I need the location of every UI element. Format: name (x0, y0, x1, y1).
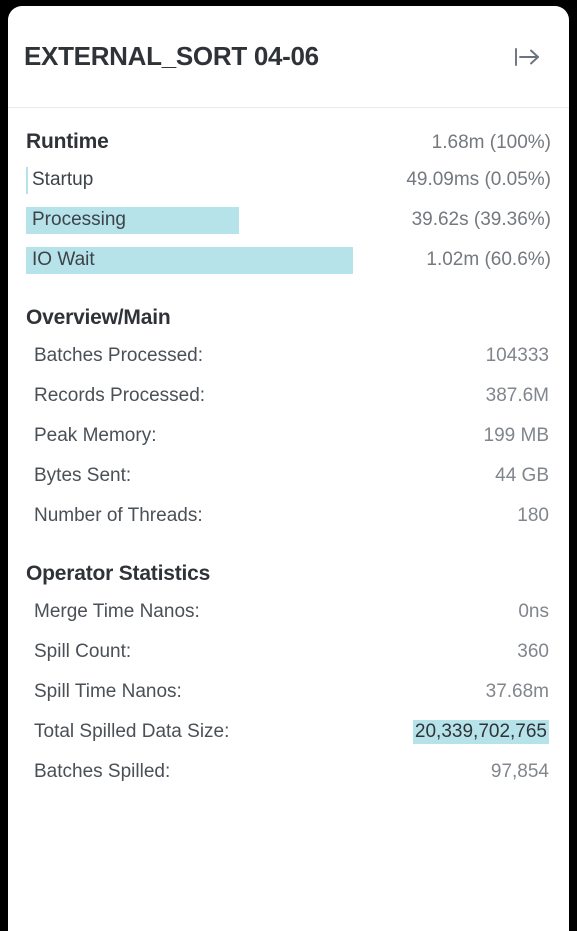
stat-label: Batches Spilled: (34, 761, 171, 782)
runtime-section-head: Runtime 1.68m (100%) (24, 130, 551, 154)
stat-label: Batches Processed: (34, 345, 203, 366)
runtime-row-processing[interactable]: Processing 39.62s (39.36%) (24, 200, 551, 240)
runtime-row-value-io-wait: 1.02m (60.6%) (426, 249, 551, 270)
stat-value: 0ns (518, 601, 549, 622)
stat-label: Merge Time Nanos: (34, 601, 200, 622)
operator-statistics-section-head: Operator Statistics (24, 562, 551, 586)
runtime-section-title: Runtime (26, 130, 109, 153)
stat-value: 104333 (485, 345, 549, 366)
runtime-total-value: 1.68m (100%) (431, 132, 551, 153)
arrow-right-to-bar-icon[interactable] (507, 40, 547, 74)
runtime-row-label-io-wait: IO Wait (32, 249, 95, 270)
operator-row-spill-count: Spill Count: 360 (24, 632, 551, 672)
runtime-row-value-startup: 49.09ms (0.05%) (406, 169, 551, 190)
page-title: EXTERNAL_SORT 04-06 (24, 41, 319, 71)
stat-value: 387.6M (485, 385, 549, 406)
stat-value: 360 (517, 641, 549, 662)
stat-label: Number of Threads: (34, 505, 203, 526)
overview-section-title: Overview/Main (26, 306, 171, 329)
overview-row-peak-memory: Peak Memory: 199 MB (24, 416, 551, 456)
stat-label: Total Spilled Data Size: (34, 721, 230, 742)
operator-statistics-section: Operator Statistics Merge Time Nanos: 0n… (24, 562, 551, 792)
operator-detail-card: EXTERNAL_SORT 04-06 Runtime 1.68m (100%) (8, 6, 569, 931)
operator-statistics-section-title: Operator Statistics (26, 562, 211, 585)
operator-row-spill-time-nanos: Spill Time Nanos: 37.68m (24, 672, 551, 712)
card-body: Runtime 1.68m (100%) Startup 49.09ms (0.… (8, 130, 569, 792)
stat-value: 44 GB (495, 465, 549, 486)
stat-label: Spill Time Nanos: (34, 681, 182, 702)
stat-label: Records Processed: (34, 385, 206, 406)
runtime-row-value-processing: 39.62s (39.36%) (411, 209, 551, 230)
operator-row-batches-spilled: Batches Spilled: 97,854 (24, 752, 551, 792)
card-header: EXTERNAL_SORT 04-06 (8, 6, 569, 108)
runtime-row-label-processing: Processing (32, 209, 126, 230)
overview-row-bytes-sent: Bytes Sent: 44 GB (24, 456, 551, 496)
stat-label: Spill Count: (34, 641, 132, 662)
operator-row-total-spilled-data-size: Total Spilled Data Size: 20,339,702,765 (24, 712, 551, 752)
overview-section: Overview/Main Batches Processed: 104333 … (24, 306, 551, 536)
stat-value-highlighted: 20,339,702,765 (412, 720, 549, 744)
stat-value: 97,854 (490, 761, 549, 782)
stat-label: Bytes Sent: (34, 465, 132, 486)
screen-background: EXTERNAL_SORT 04-06 Runtime 1.68m (100%) (0, 0, 577, 931)
runtime-row-label-startup: Startup (32, 169, 94, 190)
stat-value: 180 (517, 505, 549, 526)
runtime-row-io-wait[interactable]: IO Wait 1.02m (60.6%) (24, 240, 551, 280)
runtime-section: Runtime 1.68m (100%) Startup 49.09ms (0.… (24, 130, 551, 280)
stat-label: Peak Memory: (34, 425, 157, 446)
stat-value: 37.68m (485, 681, 549, 702)
overview-row-records-processed: Records Processed: 387.6M (24, 376, 551, 416)
overview-row-number-of-threads: Number of Threads: 180 (24, 496, 551, 536)
overview-row-batches-processed: Batches Processed: 104333 (24, 336, 551, 376)
runtime-row-startup[interactable]: Startup 49.09ms (0.05%) (24, 160, 551, 200)
overview-section-head: Overview/Main (24, 306, 551, 330)
stat-value: 199 MB (483, 425, 549, 446)
operator-row-merge-time-nanos: Merge Time Nanos: 0ns (24, 592, 551, 632)
